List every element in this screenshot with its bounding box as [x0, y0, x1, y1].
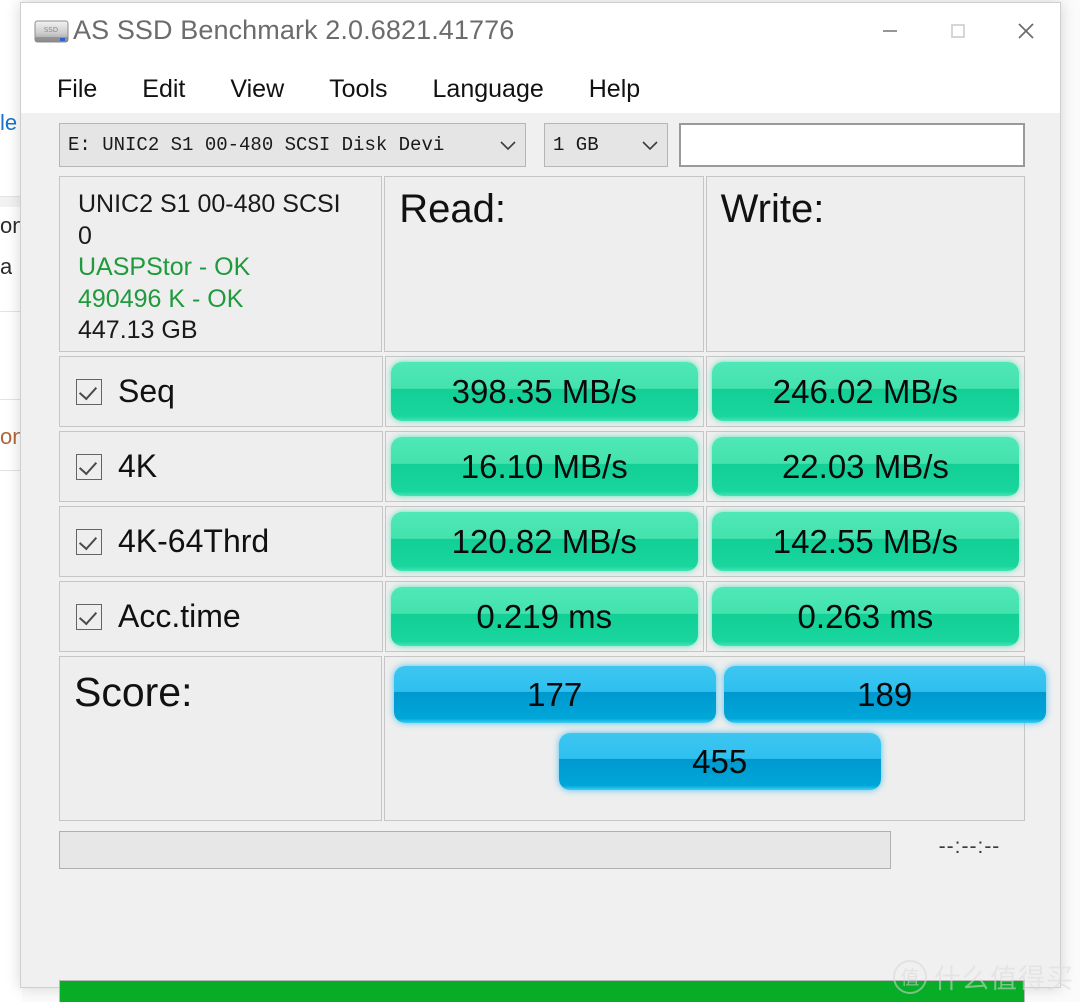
drive-info-lines: UNIC2 S1 00-480 SCSI 0 UASPStor - OK 490… [60, 177, 341, 347]
seq-read-cell: 398.35 MB/s [384, 356, 704, 427]
4k-write-cell: 22.03 MB/s [705, 431, 1025, 502]
table-row: Acc.time 0.219 ms 0.263 ms [59, 581, 1025, 652]
background-fragment-2: on [0, 213, 22, 238]
test-row-seq[interactable]: Seq [59, 356, 383, 427]
background-fragment-3: a [0, 254, 13, 279]
menu-bar: File Edit View Tools Language Help [21, 65, 1060, 113]
test-row-acc-time[interactable]: Acc.time [59, 581, 383, 652]
checkbox-acc-time[interactable] [76, 603, 102, 630]
test-label-4k: 4K [118, 448, 158, 484]
drive-info-panel: UNIC2 S1 00-480 SCSI 0 UASPStor - OK 490… [59, 176, 383, 352]
content-area: E: UNIC2 S1 00-480 SCSI Disk Devi 1 GB U… [21, 113, 1060, 1002]
test-row-4k[interactable]: 4K [59, 431, 383, 502]
score-label-cell: Score: [59, 656, 382, 821]
background-band-1 [0, 197, 22, 207]
elapsed-time-label: --:--:-- [938, 835, 1001, 858]
background-fragment-1: le [0, 110, 18, 135]
acc-time-read-cell: 0.219 ms [384, 581, 704, 652]
status-message-field [59, 831, 891, 869]
score-label: Score: [74, 669, 193, 715]
minimize-icon[interactable] [856, 3, 924, 59]
chevron-down-icon [491, 139, 525, 151]
seq-write-value: 246.02 MB/s [711, 362, 1019, 421]
4k-64thrd-read-cell: 120.82 MB/s [384, 506, 704, 577]
4k-write-value: 22.03 MB/s [711, 437, 1019, 496]
screenshot-root: le on a on SSD AS SSD Benchmark 2.0.6821… [0, 0, 1080, 1002]
score-write-value: 189 [723, 666, 1046, 723]
svg-text:SSD: SSD [44, 26, 58, 34]
seq-write-cell: 246.02 MB/s [705, 356, 1025, 427]
table-row: Seq 398.35 MB/s 246.02 MB/s [59, 356, 1025, 427]
watermark-logo-icon: 值 [893, 959, 927, 994]
drive-info-driver: UASPStor - OK [78, 253, 251, 281]
test-row-4k-64thrd[interactable]: 4K-64Thrd [59, 506, 383, 577]
window-title: AS SSD Benchmark 2.0.6821.41776 [73, 15, 515, 45]
watermark: 值 什么值得买 [893, 957, 1074, 996]
menu-item-language[interactable]: Language [433, 75, 544, 104]
score-total-value: 455 [558, 733, 881, 790]
drive-select-value: E: UNIC2 S1 00-480 SCSI Disk Devi [68, 134, 445, 156]
write-header-label: Write: [720, 187, 825, 231]
menu-item-tools[interactable]: Tools [329, 75, 387, 104]
window-controls [856, 3, 1060, 59]
chevron-down-icon [633, 139, 667, 151]
score-values-cell: 177 189 455 [383, 656, 1046, 821]
4k-read-value: 16.10 MB/s [390, 437, 698, 496]
name-input[interactable] [679, 123, 1025, 167]
acc-time-write-cell: 0.263 ms [705, 581, 1025, 652]
menu-item-help[interactable]: Help [589, 75, 640, 104]
write-column-header: Write: [705, 176, 1025, 352]
drive-info-model: UNIC2 S1 00-480 SCSI [78, 190, 341, 218]
background-fragment-4: on [0, 424, 22, 449]
test-label-acc-time: Acc.time [118, 598, 241, 634]
checkbox-seq[interactable] [76, 378, 102, 405]
background-divider-2 [0, 311, 22, 312]
as-ssd-benchmark-window: SSD AS SSD Benchmark 2.0.6821.41776 File [20, 2, 1061, 1002]
title-bar: SSD AS SSD Benchmark 2.0.6821.41776 [21, 3, 1060, 65]
score-read-value: 177 [393, 666, 716, 723]
size-select-value: 1 GB [553, 134, 599, 156]
drive-info-capacity: 447.13 GB [78, 316, 198, 344]
acc-time-read-value: 0.219 ms [390, 587, 698, 646]
drive-select[interactable]: E: UNIC2 S1 00-480 SCSI Disk Devi [59, 123, 526, 167]
4k-64thrd-write-value: 142.55 MB/s [711, 512, 1019, 571]
results-header-row: UNIC2 S1 00-480 SCSI 0 UASPStor - OK 490… [59, 176, 1025, 352]
size-select[interactable]: 1 GB [544, 123, 668, 167]
score-section: Score: 177 189 455 [59, 656, 1046, 821]
test-label-seq: Seq [118, 373, 175, 409]
background-divider-3 [0, 399, 22, 400]
checkbox-4k-64thrd[interactable] [76, 528, 102, 555]
background-divider-4 [0, 470, 22, 471]
acc-time-write-value: 0.263 ms [711, 587, 1019, 646]
4k-read-cell: 16.10 MB/s [384, 431, 704, 502]
selector-row: E: UNIC2 S1 00-480 SCSI Disk Devi 1 GB [59, 123, 1025, 167]
checkbox-4k[interactable] [76, 453, 102, 480]
read-column-header: Read: [384, 176, 704, 352]
background-left-strip: le on a on [0, 0, 22, 1002]
table-row: 4K 16.10 MB/s 22.03 MB/s [59, 431, 1025, 502]
results-grid: UNIC2 S1 00-480 SCSI 0 UASPStor - OK 490… [59, 176, 1046, 821]
menu-item-view[interactable]: View [230, 75, 284, 104]
drive-info-firmware: 0 [78, 221, 92, 250]
menu-item-edit[interactable]: Edit [142, 75, 185, 104]
menu-item-file[interactable]: File [57, 75, 97, 104]
drive-info-alignment: 490496 K - OK [78, 284, 244, 313]
read-header-label: Read: [399, 187, 506, 231]
close-icon[interactable] [992, 3, 1060, 59]
progress-bar [59, 980, 1025, 1002]
seq-read-value: 398.35 MB/s [390, 362, 698, 421]
status-row: --:--:-- [59, 831, 1025, 871]
ssd-drive-icon: SSD [33, 16, 71, 48]
progress-bar-fill [60, 981, 1024, 1002]
4k-64thrd-read-value: 120.82 MB/s [390, 512, 698, 571]
table-row: 4K-64Thrd 120.82 MB/s 142.55 MB/s [59, 506, 1025, 577]
watermark-text: 什么值得买 [934, 964, 1074, 995]
test-label-4k-64thrd: 4K-64Thrd [118, 523, 270, 559]
4k-64thrd-write-cell: 142.55 MB/s [705, 506, 1025, 577]
maximize-icon[interactable] [924, 3, 992, 59]
